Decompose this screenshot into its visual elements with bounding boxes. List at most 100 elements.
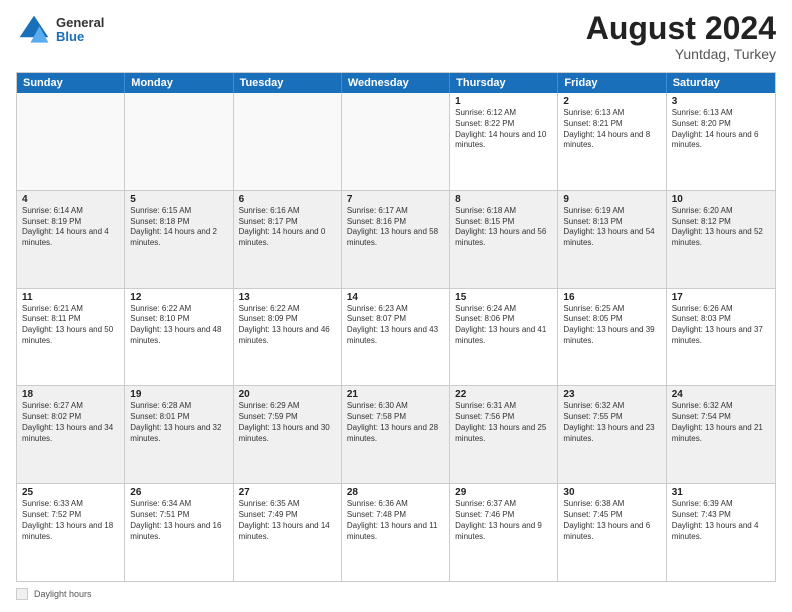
- logo-blue: Blue: [56, 30, 104, 44]
- day-info: Sunrise: 6:19 AMSunset: 8:13 PMDaylight:…: [563, 206, 660, 249]
- day-info: Sunrise: 6:18 AMSunset: 8:15 PMDaylight:…: [455, 206, 552, 249]
- day-number: 25: [22, 487, 119, 498]
- day-info: Sunrise: 6:14 AMSunset: 8:19 PMDaylight:…: [22, 206, 119, 249]
- day-cell: 17Sunrise: 6:26 AMSunset: 8:03 PMDayligh…: [667, 289, 775, 386]
- day-cell: 1Sunrise: 6:12 AMSunset: 8:22 PMDaylight…: [450, 93, 558, 190]
- day-cell: 3Sunrise: 6:13 AMSunset: 8:20 PMDaylight…: [667, 93, 775, 190]
- day-number: 5: [130, 194, 227, 205]
- day-info: Sunrise: 6:21 AMSunset: 8:11 PMDaylight:…: [22, 304, 119, 347]
- day-header-wednesday: Wednesday: [342, 73, 450, 93]
- calendar-body: 1Sunrise: 6:12 AMSunset: 8:22 PMDaylight…: [17, 93, 775, 581]
- day-info: Sunrise: 6:13 AMSunset: 8:20 PMDaylight:…: [672, 108, 770, 151]
- day-cell: 18Sunrise: 6:27 AMSunset: 8:02 PMDayligh…: [17, 386, 125, 483]
- day-cell: 4Sunrise: 6:14 AMSunset: 8:19 PMDaylight…: [17, 191, 125, 288]
- day-number: 31: [672, 487, 770, 498]
- day-header-saturday: Saturday: [667, 73, 775, 93]
- calendar: SundayMondayTuesdayWednesdayThursdayFrid…: [16, 72, 776, 582]
- legend: Daylight hours: [16, 588, 776, 600]
- day-info: Sunrise: 6:39 AMSunset: 7:43 PMDaylight:…: [672, 499, 770, 542]
- day-cell: 6Sunrise: 6:16 AMSunset: 8:17 PMDaylight…: [234, 191, 342, 288]
- day-number: 6: [239, 194, 336, 205]
- day-headers: SundayMondayTuesdayWednesdayThursdayFrid…: [17, 73, 775, 93]
- day-cell: 19Sunrise: 6:28 AMSunset: 8:01 PMDayligh…: [125, 386, 233, 483]
- logo-general: General: [56, 16, 104, 30]
- month-year: August 2024: [586, 12, 776, 44]
- day-info: Sunrise: 6:38 AMSunset: 7:45 PMDaylight:…: [563, 499, 660, 542]
- logo-text: General Blue: [56, 16, 104, 45]
- day-number: 12: [130, 292, 227, 303]
- day-info: Sunrise: 6:35 AMSunset: 7:49 PMDaylight:…: [239, 499, 336, 542]
- day-info: Sunrise: 6:31 AMSunset: 7:56 PMDaylight:…: [455, 401, 552, 444]
- day-number: 20: [239, 389, 336, 400]
- day-cell: 13Sunrise: 6:22 AMSunset: 8:09 PMDayligh…: [234, 289, 342, 386]
- day-cell: 27Sunrise: 6:35 AMSunset: 7:49 PMDayligh…: [234, 484, 342, 581]
- day-cell: 25Sunrise: 6:33 AMSunset: 7:52 PMDayligh…: [17, 484, 125, 581]
- week-row-5: 25Sunrise: 6:33 AMSunset: 7:52 PMDayligh…: [17, 483, 775, 581]
- day-number: 29: [455, 487, 552, 498]
- day-cell: 20Sunrise: 6:29 AMSunset: 7:59 PMDayligh…: [234, 386, 342, 483]
- day-cell: [17, 93, 125, 190]
- day-number: 7: [347, 194, 444, 205]
- day-cell: 28Sunrise: 6:36 AMSunset: 7:48 PMDayligh…: [342, 484, 450, 581]
- day-cell: 29Sunrise: 6:37 AMSunset: 7:46 PMDayligh…: [450, 484, 558, 581]
- logo: General Blue: [16, 12, 104, 48]
- generalblue-logo-icon: [16, 12, 52, 48]
- day-number: 18: [22, 389, 119, 400]
- day-cell: 12Sunrise: 6:22 AMSunset: 8:10 PMDayligh…: [125, 289, 233, 386]
- week-row-1: 1Sunrise: 6:12 AMSunset: 8:22 PMDaylight…: [17, 93, 775, 190]
- day-info: Sunrise: 6:17 AMSunset: 8:16 PMDaylight:…: [347, 206, 444, 249]
- day-number: 26: [130, 487, 227, 498]
- day-number: 10: [672, 194, 770, 205]
- day-info: Sunrise: 6:28 AMSunset: 8:01 PMDaylight:…: [130, 401, 227, 444]
- day-cell: [342, 93, 450, 190]
- day-number: 15: [455, 292, 552, 303]
- day-cell: [125, 93, 233, 190]
- day-number: 21: [347, 389, 444, 400]
- day-info: Sunrise: 6:20 AMSunset: 8:12 PMDaylight:…: [672, 206, 770, 249]
- day-number: 16: [563, 292, 660, 303]
- day-number: 19: [130, 389, 227, 400]
- day-info: Sunrise: 6:22 AMSunset: 8:10 PMDaylight:…: [130, 304, 227, 347]
- day-cell: 8Sunrise: 6:18 AMSunset: 8:15 PMDaylight…: [450, 191, 558, 288]
- day-cell: 14Sunrise: 6:23 AMSunset: 8:07 PMDayligh…: [342, 289, 450, 386]
- day-number: 22: [455, 389, 552, 400]
- day-info: Sunrise: 6:30 AMSunset: 7:58 PMDaylight:…: [347, 401, 444, 444]
- day-cell: 9Sunrise: 6:19 AMSunset: 8:13 PMDaylight…: [558, 191, 666, 288]
- day-cell: 30Sunrise: 6:38 AMSunset: 7:45 PMDayligh…: [558, 484, 666, 581]
- day-header-sunday: Sunday: [17, 73, 125, 93]
- day-cell: 21Sunrise: 6:30 AMSunset: 7:58 PMDayligh…: [342, 386, 450, 483]
- day-cell: 15Sunrise: 6:24 AMSunset: 8:06 PMDayligh…: [450, 289, 558, 386]
- day-number: 9: [563, 194, 660, 205]
- page: General Blue August 2024 Yuntdag, Turkey…: [0, 0, 792, 612]
- day-cell: 23Sunrise: 6:32 AMSunset: 7:55 PMDayligh…: [558, 386, 666, 483]
- day-info: Sunrise: 6:23 AMSunset: 8:07 PMDaylight:…: [347, 304, 444, 347]
- day-number: 14: [347, 292, 444, 303]
- day-number: 8: [455, 194, 552, 205]
- day-info: Sunrise: 6:36 AMSunset: 7:48 PMDaylight:…: [347, 499, 444, 542]
- day-cell: 10Sunrise: 6:20 AMSunset: 8:12 PMDayligh…: [667, 191, 775, 288]
- day-cell: 16Sunrise: 6:25 AMSunset: 8:05 PMDayligh…: [558, 289, 666, 386]
- day-number: 3: [672, 96, 770, 107]
- day-number: 11: [22, 292, 119, 303]
- day-cell: 5Sunrise: 6:15 AMSunset: 8:18 PMDaylight…: [125, 191, 233, 288]
- week-row-4: 18Sunrise: 6:27 AMSunset: 8:02 PMDayligh…: [17, 385, 775, 483]
- day-number: 17: [672, 292, 770, 303]
- day-cell: [234, 93, 342, 190]
- header: General Blue August 2024 Yuntdag, Turkey: [16, 12, 776, 62]
- day-info: Sunrise: 6:27 AMSunset: 8:02 PMDaylight:…: [22, 401, 119, 444]
- day-info: Sunrise: 6:22 AMSunset: 8:09 PMDaylight:…: [239, 304, 336, 347]
- day-info: Sunrise: 6:26 AMSunset: 8:03 PMDaylight:…: [672, 304, 770, 347]
- day-cell: 2Sunrise: 6:13 AMSunset: 8:21 PMDaylight…: [558, 93, 666, 190]
- week-row-3: 11Sunrise: 6:21 AMSunset: 8:11 PMDayligh…: [17, 288, 775, 386]
- day-info: Sunrise: 6:25 AMSunset: 8:05 PMDaylight:…: [563, 304, 660, 347]
- day-number: 23: [563, 389, 660, 400]
- day-cell: 22Sunrise: 6:31 AMSunset: 7:56 PMDayligh…: [450, 386, 558, 483]
- day-info: Sunrise: 6:32 AMSunset: 7:55 PMDaylight:…: [563, 401, 660, 444]
- day-info: Sunrise: 6:29 AMSunset: 7:59 PMDaylight:…: [239, 401, 336, 444]
- day-info: Sunrise: 6:13 AMSunset: 8:21 PMDaylight:…: [563, 108, 660, 151]
- day-number: 13: [239, 292, 336, 303]
- day-number: 27: [239, 487, 336, 498]
- day-number: 28: [347, 487, 444, 498]
- day-info: Sunrise: 6:16 AMSunset: 8:17 PMDaylight:…: [239, 206, 336, 249]
- title-section: August 2024 Yuntdag, Turkey: [586, 12, 776, 62]
